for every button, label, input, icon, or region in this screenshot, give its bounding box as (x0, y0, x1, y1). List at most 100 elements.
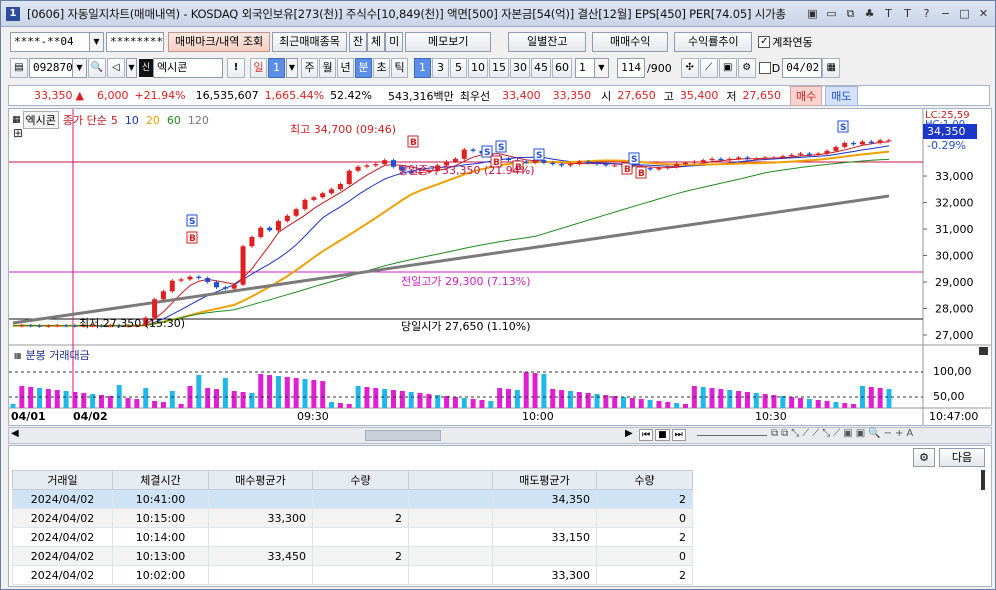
minute-option-5[interactable]: 5 (450, 58, 467, 78)
tool-icon-1[interactable]: ⧉ (771, 428, 778, 439)
account-dropdown[interactable]: ▼ (90, 32, 104, 52)
count-input[interactable]: 114 (617, 58, 645, 78)
tool-icon-6[interactable]: ⤡ (822, 428, 830, 439)
next-button[interactable]: 다음 (939, 448, 985, 467)
table-row[interactable]: 2024/04/02 10:02:00 33,300 2 (12, 565, 693, 585)
minute-option-45[interactable]: 45 (531, 58, 551, 78)
alarm-icon[interactable]: ♣ (862, 6, 877, 21)
scroll-thumb[interactable] (365, 430, 441, 441)
mi-button[interactable]: 미 (385, 32, 404, 52)
search-icon[interactable]: 🔍 (88, 58, 106, 78)
vol-panel-close-icon[interactable] (979, 347, 988, 355)
profit-rate-button[interactable]: 수익률추이 (674, 32, 753, 52)
stock-code-dropdown[interactable]: ▼ (73, 58, 87, 78)
d-checkbox[interactable] (758, 62, 771, 74)
daily-balance-button[interactable]: 일별잔고 (508, 32, 587, 52)
minute-option-10[interactable]: 10 (468, 58, 488, 78)
period-year-button[interactable]: 년 (337, 58, 354, 78)
save-icon[interactable]: ▣ (718, 58, 737, 78)
period-second-button[interactable]: 초 (373, 58, 390, 78)
chart-panel[interactable]: 33,000 32,000 31,000 30,000 29,000 28,000 27,0… (8, 108, 992, 426)
last-icon[interactable]: ⏭ (671, 429, 686, 441)
period-week-button[interactable]: 주 (301, 58, 318, 78)
period-num-dropdown[interactable]: ▼ (286, 58, 298, 78)
tool-line-icon[interactable]: ⟋ (699, 58, 718, 78)
zoom-in-icon[interactable]: + (895, 428, 903, 439)
minute-option-60[interactable]: 60 (552, 58, 572, 78)
alert-icon[interactable]: ! (227, 58, 245, 78)
tool-icon-3[interactable]: ⤡ (791, 428, 799, 439)
tool-icon-5[interactable]: ⟋ (812, 428, 819, 439)
tool-icon-9[interactable]: ▣ (856, 428, 865, 439)
font-size-icon[interactable]: A (906, 428, 913, 439)
chart-stock-label[interactable]: 엑시콘 (22, 111, 59, 129)
font-icon[interactable]: T (881, 6, 896, 21)
volume-bar (621, 397, 627, 408)
max-icon[interactable]: □ (957, 6, 972, 21)
account-link-checkbox[interactable]: ✓ 계좌연동 (758, 34, 813, 50)
buy-button[interactable]: 매수 (790, 85, 823, 106)
password-input[interactable]: ********* (106, 32, 164, 52)
minute-custom-input[interactable]: 1 (575, 58, 595, 78)
settings-icon[interactable]: ⚙ (737, 58, 756, 78)
trade-profit-button[interactable]: 매매수익 (592, 32, 669, 52)
table-row[interactable]: 2024/04/02 10:14:00 33,150 2 (12, 527, 693, 547)
stock-name-field[interactable]: 엑시콘 (153, 58, 223, 78)
account-input[interactable]: ****-**04 (10, 32, 90, 52)
che-button[interactable]: 체 (367, 32, 386, 52)
checkbox-checked-icon[interactable]: ✓ (758, 36, 771, 48)
min-icon[interactable]: − (938, 6, 953, 21)
chart-type-icon[interactable]: ▤ (10, 58, 28, 78)
minimize-icon[interactable]: ▭ (824, 6, 839, 21)
stop-icon[interactable]: ■ (655, 429, 670, 441)
period-minute-button[interactable]: 분 (355, 58, 372, 78)
pin-icon[interactable]: T (900, 6, 915, 21)
chart-canvas[interactable]: 33,000 32,000 31,000 30,000 29,000 28,000 27,0… (9, 109, 991, 425)
help-icon[interactable]: ? (919, 6, 934, 21)
tool-icon-7[interactable]: ⟋ (833, 428, 840, 439)
scroll-left-icon[interactable]: ◀ (11, 428, 19, 439)
table-row[interactable]: 2024/04/02 10:15:00 33,300 2 0 (12, 508, 693, 528)
sell-button[interactable]: 매도 (825, 85, 858, 106)
first-icon[interactable]: ⏮ (639, 429, 654, 441)
grid-settings-icon[interactable]: ⚙ (913, 448, 935, 467)
chart-scrollbar[interactable]: ◀ ▶ ⏮ ■ ⏭ ⧉ ⧉ ⤡ ⟋ ⟋ ⤡ ⟋ ▣ ▣ 🔍 − + A (8, 427, 992, 444)
tool-crosshair-icon[interactable]: ✣ (680, 58, 699, 78)
trade-mark-button[interactable]: 매매마크/내역 조회 (168, 32, 271, 52)
speaker-dropdown[interactable]: ▼ (126, 58, 137, 78)
minute-option-1[interactable]: 1 (414, 58, 431, 78)
stock-code-input[interactable]: 092870 (29, 58, 73, 78)
candle-body (355, 166, 361, 171)
speaker-icon[interactable]: ◁ (107, 58, 125, 78)
tool-icon-8[interactable]: ▣ (843, 428, 852, 439)
minute-option-3[interactable]: 3 (432, 58, 449, 78)
volume-bar (107, 396, 113, 408)
window-icon[interactable]: ▣ (805, 6, 820, 21)
zoom-search-icon[interactable]: 🔍 (868, 428, 880, 439)
scroll-right-icon[interactable]: ▶ (625, 428, 633, 439)
period-num-select[interactable]: 1 (268, 58, 285, 78)
link-icon[interactable]: ⧉ (843, 6, 858, 21)
table-icon[interactable]: ⊞ (13, 126, 23, 140)
period-day-button[interactable]: 일 (250, 58, 267, 78)
table-row[interactable]: 2024/04/02 10:41:00 34,350 2 (12, 489, 693, 509)
date-input[interactable]: 04/02 (782, 58, 823, 78)
calendar-icon[interactable]: ▦ (822, 58, 841, 78)
recent-trades-button[interactable]: 최근매매종목 (272, 32, 347, 52)
zoom-out-icon[interactable]: − (884, 428, 892, 439)
close-icon[interactable]: ✕ (976, 6, 991, 21)
period-month-button[interactable]: 월 (319, 58, 336, 78)
period-tick-button[interactable]: 틱 (391, 58, 408, 78)
table-row[interactable]: 2024/04/02 10:13:00 33,450 2 0 (12, 546, 693, 566)
memo-button[interactable]: 메모보기 (405, 32, 492, 52)
minute-custom-dropdown[interactable]: ▼ (595, 58, 609, 78)
minute-option-30[interactable]: 30 (510, 58, 530, 78)
tool-icon-2[interactable]: ⧉ (781, 428, 788, 439)
tool-icon-4[interactable]: ⟋ (802, 428, 809, 439)
jan-button[interactable]: 잔 (348, 32, 368, 52)
zoom-slider[interactable] (697, 435, 767, 436)
grid-scroll-thumb[interactable] (981, 470, 985, 490)
minute-option-15[interactable]: 15 (489, 58, 509, 78)
config-icon[interactable]: ▦ (12, 115, 21, 125)
vol-config-icon[interactable]: ▦ (14, 351, 22, 360)
